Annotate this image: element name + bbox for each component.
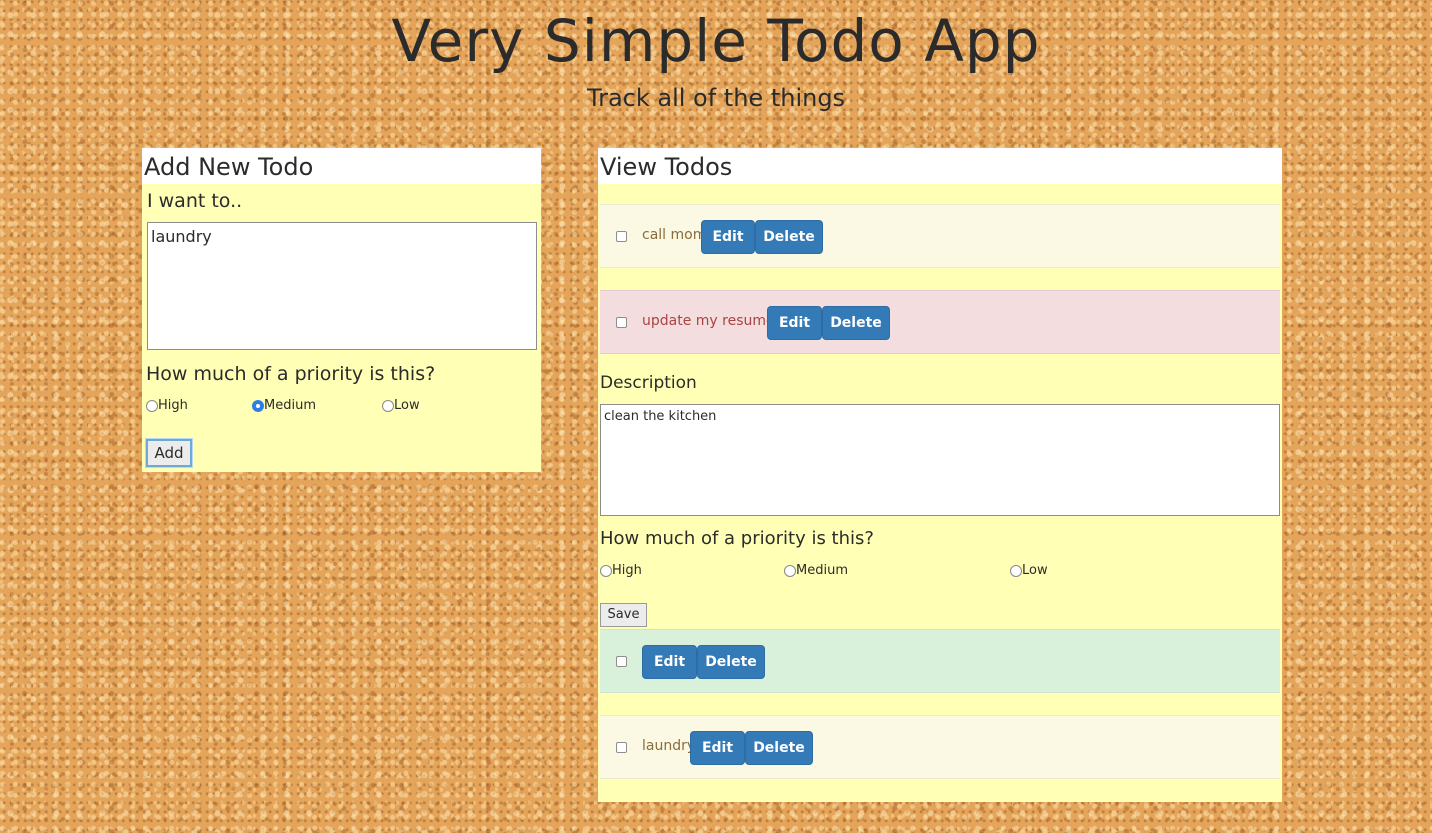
radio-low-label: Low [394, 398, 420, 413]
todo-text: call mom [642, 227, 707, 243]
todo-checkbox[interactable] [616, 742, 627, 753]
delete-button[interactable]: Delete [697, 645, 765, 679]
todo-prompt-label: I want to.. [147, 190, 243, 212]
app-subtitle: Track all of the things [586, 84, 846, 112]
edit-button[interactable]: Edit [767, 306, 822, 340]
priority-label: How much of a priority is this? [146, 363, 436, 385]
edit-priority-high-option[interactable]: High [600, 563, 642, 578]
radio-low-label: Low [1022, 563, 1048, 578]
priority-low-option[interactable]: Low [382, 398, 420, 413]
radio-high-label: High [612, 563, 642, 578]
edit-button[interactable]: Edit [642, 645, 697, 679]
radio-high[interactable] [146, 399, 158, 412]
edit-priority-low-option[interactable]: Low [1010, 563, 1048, 578]
add-button[interactable]: Add [146, 439, 192, 467]
todo-checkbox[interactable] [616, 317, 627, 328]
delete-button[interactable]: Delete [745, 731, 813, 765]
priority-medium-option[interactable]: Medium [252, 398, 316, 413]
edit-button[interactable]: Edit [690, 731, 745, 765]
todo-item: call mom Edit Delete [600, 204, 1280, 268]
delete-button[interactable]: Delete [755, 220, 823, 254]
radio-medium[interactable] [784, 564, 796, 577]
todo-text: laundry [642, 738, 696, 754]
radio-medium-label: Medium [264, 398, 316, 413]
save-button[interactable]: Save [600, 603, 647, 627]
delete-button[interactable]: Delete [822, 306, 890, 340]
edit-priority-label: How much of a priority is this? [600, 528, 874, 549]
radio-low[interactable] [1010, 564, 1022, 577]
todo-item: update my resume Edit Delete [600, 290, 1280, 354]
radio-medium-label: Medium [796, 563, 848, 578]
description-textarea[interactable]: clean the kitchen [600, 404, 1280, 516]
todo-item: Edit Delete [600, 629, 1280, 693]
priority-high-option[interactable]: High [146, 398, 188, 413]
edit-priority-radio-group: High Medium Low [600, 563, 1280, 579]
description-label: Description [600, 373, 697, 393]
todo-item: laundry Edit Delete [600, 715, 1280, 779]
new-todo-textarea[interactable]: laundry [147, 222, 537, 350]
radio-high-label: High [158, 398, 188, 413]
priority-radio-group: High Medium Low [146, 398, 536, 414]
app-title: Very Simple Todo App [391, 7, 1041, 75]
radio-high[interactable] [600, 564, 612, 577]
add-todo-title: Add New Todo [142, 148, 541, 184]
add-todo-panel: Add New Todo I want to.. laundry How muc… [142, 148, 541, 472]
edit-priority-medium-option[interactable]: Medium [784, 563, 848, 578]
radio-medium[interactable] [252, 399, 264, 412]
todo-text: update my resume [642, 313, 775, 329]
radio-low[interactable] [382, 399, 394, 412]
view-todos-title: View Todos [598, 148, 1282, 184]
edit-button[interactable]: Edit [701, 220, 755, 254]
todo-checkbox[interactable] [616, 231, 627, 242]
todo-checkbox[interactable] [616, 656, 627, 667]
view-todos-panel: View Todos call mom Edit Delete update m… [598, 148, 1282, 802]
